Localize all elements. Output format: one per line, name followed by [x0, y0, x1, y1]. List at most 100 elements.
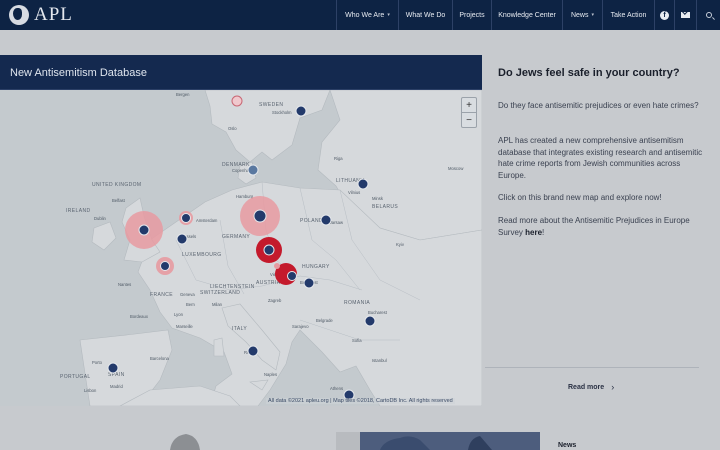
map-description-panel: Do Jews feel safe in your country? Do th… [483, 55, 720, 406]
map-city-label: Porto [92, 360, 103, 365]
map-city-label: Barcelona [150, 356, 170, 361]
nav-take-action[interactable]: Take Action [602, 0, 654, 30]
map-country-label: BELARUS [372, 204, 398, 210]
search-button[interactable] [696, 0, 720, 30]
nav-label: Take Action [610, 11, 647, 19]
nav-label: Knowledge Center [498, 11, 556, 19]
map-country-label: LUXEMBOURG [182, 252, 222, 258]
map-city-label: Vilnius [348, 190, 360, 195]
map-panel-header: New Antisemitism Database [0, 55, 482, 90]
map-marker[interactable] [295, 105, 307, 117]
map-attribution: All data ©2021 apleu.org | Map tiles ©20… [266, 398, 455, 404]
panel-title: Do Jews feel safe in your country? [498, 67, 680, 79]
map-city-label: Minsk [372, 196, 384, 201]
news-section-label: News [558, 442, 577, 449]
map-city-label: Dublin [94, 216, 107, 221]
europe-map[interactable]: SWEDEN UNITED KINGDOM IRELAND DENMARK PO… [0, 90, 482, 406]
read-more-label: Read more [568, 383, 605, 391]
nav-what-we-do[interactable]: What We Do [398, 0, 452, 30]
nav-label: Who We Are [345, 11, 385, 19]
map-city-label: Bordeaux [130, 314, 149, 319]
map-city-label: Belfast [112, 198, 126, 203]
map-city-label: Naples [264, 372, 277, 377]
map-marker[interactable] [247, 345, 259, 357]
nav-projects[interactable]: Projects [452, 0, 491, 30]
read-more-link[interactable]: Read more › [568, 382, 614, 392]
map-city-label: Amsterdam [196, 218, 218, 223]
map-marker[interactable] [364, 315, 376, 327]
nav-news[interactable]: News ▾ [562, 0, 602, 30]
zoom-in-button[interactable]: + [462, 98, 476, 113]
site-logo[interactable]: APL [9, 4, 73, 26]
news-thumbnail-image[interactable] [336, 432, 360, 450]
chevron-right-icon: › [611, 382, 615, 392]
map-city-label: Sarajevo [292, 324, 309, 329]
mail-icon [681, 12, 690, 18]
nav-knowledge-center[interactable]: Knowledge Center [491, 0, 562, 30]
map-country-label: UNITED KINGDOM [92, 182, 142, 188]
map-city-label: Lyon [174, 312, 184, 317]
map-city-label: Lisbon [84, 388, 97, 393]
divider [485, 367, 699, 368]
map-country-label: HUNGARY [302, 264, 330, 270]
panel-paragraph: Do they face antisemitic prejudices or e… [498, 101, 699, 110]
map-city-label: Athens [330, 386, 343, 391]
search-icon [705, 12, 712, 18]
map-country-label: GERMANY [222, 234, 250, 240]
chevron-down-icon: ▾ [591, 12, 595, 18]
survey-link[interactable]: here [525, 228, 542, 237]
paragraph-text: ! [542, 227, 545, 237]
map-marker[interactable] [160, 261, 170, 271]
map-marker[interactable] [287, 271, 297, 281]
map-country-label: SPAIN [108, 372, 125, 378]
map-city-label: Bergen [176, 92, 190, 97]
map-country-label: AUSTRIA [256, 280, 281, 286]
map-marker[interactable] [320, 214, 332, 226]
map-marker[interactable] [303, 277, 315, 289]
map-marker[interactable] [181, 213, 191, 223]
map-marker[interactable] [357, 178, 369, 190]
nav-label: News [570, 11, 589, 19]
map-canvas[interactable]: SWEDEN UNITED KINGDOM IRELAND DENMARK PO… [0, 90, 482, 406]
map-city-label: Sofia [352, 338, 362, 343]
chevron-down-icon: ▾ [387, 12, 390, 18]
map-country-label: SWEDEN [259, 102, 283, 108]
panel-paragraph: APL has created a new comprehensive anti… [498, 136, 703, 180]
map-marker[interactable] [263, 244, 275, 256]
map-city-label: Madrid [110, 384, 123, 389]
map-city-label: Milan [212, 302, 223, 307]
map-country-label: IRELAND [66, 208, 90, 214]
map-marker[interactable] [253, 209, 267, 223]
logo-globe-icon [9, 5, 29, 25]
map-marker[interactable] [247, 164, 259, 176]
map-marker[interactable] [107, 362, 119, 374]
map-country-label: POLAND [300, 218, 323, 224]
map-marker[interactable] [138, 224, 150, 236]
map-city-label: Nantes [118, 282, 131, 287]
map-country-label: LIECHTENSTEIN [210, 284, 255, 290]
panel-paragraph: Read more about the Antisemitic Prejudic… [498, 215, 708, 238]
map-title: New Antisemitism Database [10, 67, 147, 79]
top-navigation-bar: APL Who We Are ▾ What We Do Projects Kno… [0, 0, 720, 30]
map-city-label: Bern [186, 302, 196, 307]
nav-label: What We Do [405, 11, 446, 19]
facebook-icon: f [660, 10, 669, 20]
map-marker[interactable] [274, 263, 280, 269]
mail-link[interactable] [674, 0, 696, 30]
facebook-link[interactable]: f [654, 0, 674, 30]
map-city-label: Zagreb [268, 298, 282, 303]
logo-text: APL [34, 4, 73, 25]
map-marker[interactable] [231, 95, 243, 107]
map-country-label: ROMANIA [344, 300, 370, 306]
map-city-label: Marseille [176, 324, 193, 329]
map-zoom-control: + − [461, 97, 477, 128]
nav-who-we-are[interactable]: Who We Are ▾ [336, 0, 398, 30]
map-city-label: Kyiv [396, 242, 405, 247]
zoom-out-button[interactable]: − [462, 113, 476, 128]
map-city-label: Moscow [448, 166, 464, 171]
map-city-label: Stockholm [272, 110, 292, 115]
bottom-content-strip [0, 430, 720, 450]
map-marker[interactable] [176, 233, 188, 245]
map-country-label: ITALY [232, 326, 247, 332]
nav-label: Projects [459, 11, 485, 19]
